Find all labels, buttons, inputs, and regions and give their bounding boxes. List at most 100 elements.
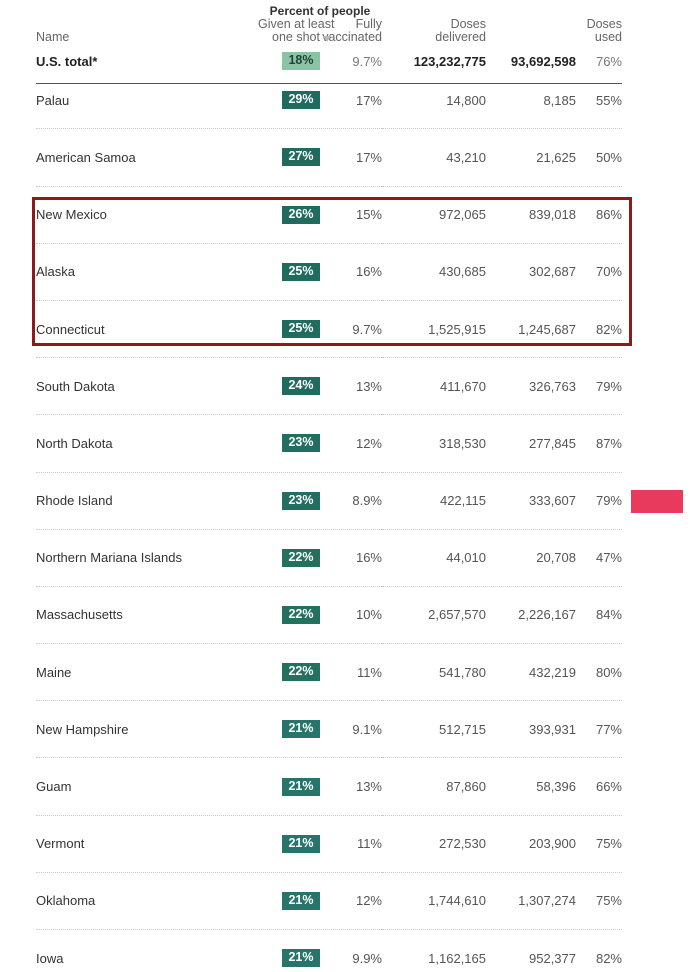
row-name: New Hampshire [36,721,129,737]
table-row[interactable]: North Dakota 23% 12% 318,530 277,845 87% [36,429,622,458]
row-name: Guam [36,779,72,795]
column-header-one-shot[interactable]: Given at least one shot [258,18,334,49]
row-name: North Dakota [36,435,113,451]
table-row[interactable]: Iowa 21% 9.9% 1,162,165 952,377 82% [36,944,622,972]
row-separator-left [36,686,382,715]
row-separator-right [382,343,622,372]
row-name: New Mexico [36,207,107,223]
column-header-one-shot-line2: one shot [272,30,320,44]
row-doses-delivered: 14,800 [446,92,486,108]
row-fully-vaccinated: 8.9% [352,493,382,509]
row-shots-given: 952,377 [529,950,576,966]
table-row[interactable]: Rhode Island 23% 8.9% 422,115 333,607 79% [36,486,622,515]
row-fully-vaccinated: 17% [355,92,382,108]
row-one-shot-cell: 23% [258,486,320,515]
row-one-shot-cell: 25% [258,258,320,287]
row-fully-vaccinated: 9.9% [352,950,382,966]
row-separator-left [36,401,382,430]
row-shots-given: 203,900 [529,836,576,852]
row-doses-used: 86% [595,207,622,223]
row-one-shot-cell: 22% [258,658,320,687]
group-header-spacer-3 [486,0,576,18]
us-total-row[interactable]: U.S. total* 18% 9.7% 123,232,775 93,692,… [36,49,622,77]
table-row[interactable]: Connecticut 25% 9.7% 1,525,915 1,245,687 82% [36,315,622,344]
row-separator-left [36,572,382,601]
row-name: Alaska [36,264,76,280]
row-one-shot-cell: 21% [258,772,320,801]
us-total-one-shot-chip: 18% [282,52,320,70]
table-row[interactable]: American Samoa 27% 17% 43,210 21,625 50% [36,143,622,172]
table-body: Palau 29% 17% 14,800 8,185 55% American Samoa 2… [36,86,622,972]
row-fully-vaccinated: 16% [355,550,382,566]
table-row[interactable]: Northern Mariana Islands 22% 16% 44,010 20,7… [36,544,622,573]
group-header-row: Percent of people [36,0,622,18]
row-separator-right [382,401,622,430]
row-name: Connecticut [36,321,105,337]
table-row[interactable]: Palau 29% 17% 14,800 8,185 55% [36,86,622,115]
vaccination-table: Percent of people Name Given at least on… [36,0,622,972]
vaccination-table-page: Percent of people Name Given at least on… [0,0,698,968]
row-shots-given: 302,687 [529,264,576,280]
caret-down-icon[interactable] [323,36,331,42]
column-header-name[interactable]: Name [36,18,258,49]
row-doses-delivered: 541,780 [439,664,486,680]
row-name: Palau [36,92,70,108]
row-separator-left [36,515,382,544]
row-separator [36,115,622,144]
row-shots-given: 432,219 [529,664,576,680]
row-fully-vaccinated: 15% [355,207,382,223]
row-one-shot-cell: 21% [258,715,320,744]
row-one-shot-chip: 22% [282,548,320,567]
row-separator [36,286,622,315]
table-row[interactable]: New Mexico 26% 15% 972,065 839,018 86% [36,200,622,229]
row-separator-left [36,458,382,487]
row-separator [36,801,622,830]
column-header-doses-delivered[interactable]: Doses delivered [382,18,486,49]
row-fully-vaccinated: 12% [355,435,382,451]
us-total-shots-given: 93,692,598 [510,53,576,69]
row-one-shot-chip: 25% [282,262,320,281]
row-separator [36,629,622,658]
row-separator [36,572,622,601]
row-separator [36,744,622,773]
group-header-spacer-2 [382,0,486,18]
table-row[interactable]: South Dakota 24% 13% 411,670 326,763 79% [36,372,622,401]
row-separator-left [36,801,382,830]
row-doses-delivered: 972,065 [439,207,486,223]
row-fully-vaccinated: 16% [355,264,382,280]
row-shots-given: 333,607 [529,493,576,509]
row-shots-given: 2,226,167 [518,607,576,623]
table-row[interactable]: Oklahoma 21% 12% 1,744,610 1,307,274 75% [36,887,622,916]
table-row[interactable]: Vermont 21% 11% 272,530 203,900 75% [36,829,622,858]
row-separator-right [382,458,622,487]
row-doses-delivered: 44,010 [446,550,486,566]
row-one-shot-cell: 22% [258,601,320,630]
row-one-shot-chip: 24% [282,377,320,396]
row-doses-delivered: 422,115 [439,493,486,509]
row-separator-right [382,515,622,544]
pink-annotation-block [631,490,683,513]
row-shots-given: 1,307,274 [518,893,576,909]
column-header-shots-given[interactable] [486,18,576,49]
row-doses-delivered: 272,530 [439,836,486,852]
row-doses-used: 55% [595,92,622,108]
row-shots-given: 58,396 [536,779,576,795]
row-shots-given: 21,625 [536,149,576,165]
column-header-doses-used[interactable]: Doses used [576,18,622,49]
group-header-spacer-4 [576,0,622,18]
row-doses-used: 75% [595,836,622,852]
row-one-shot-chip: 25% [282,320,320,339]
row-doses-delivered: 411,670 [439,378,486,394]
table-row[interactable]: Massachusetts 22% 10% 2,657,570 2,226,167 84% [36,601,622,630]
row-doses-delivered: 43,210 [446,149,486,165]
row-separator-right [382,858,622,887]
row-fully-vaccinated: 11% [356,664,382,680]
row-name: South Dakota [36,378,115,394]
row-one-shot-cell: 21% [258,887,320,916]
table-row[interactable]: Guam 21% 13% 87,860 58,396 66% [36,772,622,801]
table-row[interactable]: Alaska 25% 16% 430,685 302,687 70% [36,258,622,287]
row-one-shot-cell: 29% [258,86,320,115]
row-fully-vaccinated: 12% [355,893,382,909]
table-row[interactable]: Maine 22% 11% 541,780 432,219 80% [36,658,622,687]
table-row[interactable]: New Hampshire 21% 9.1% 512,715 393,931 77% [36,715,622,744]
